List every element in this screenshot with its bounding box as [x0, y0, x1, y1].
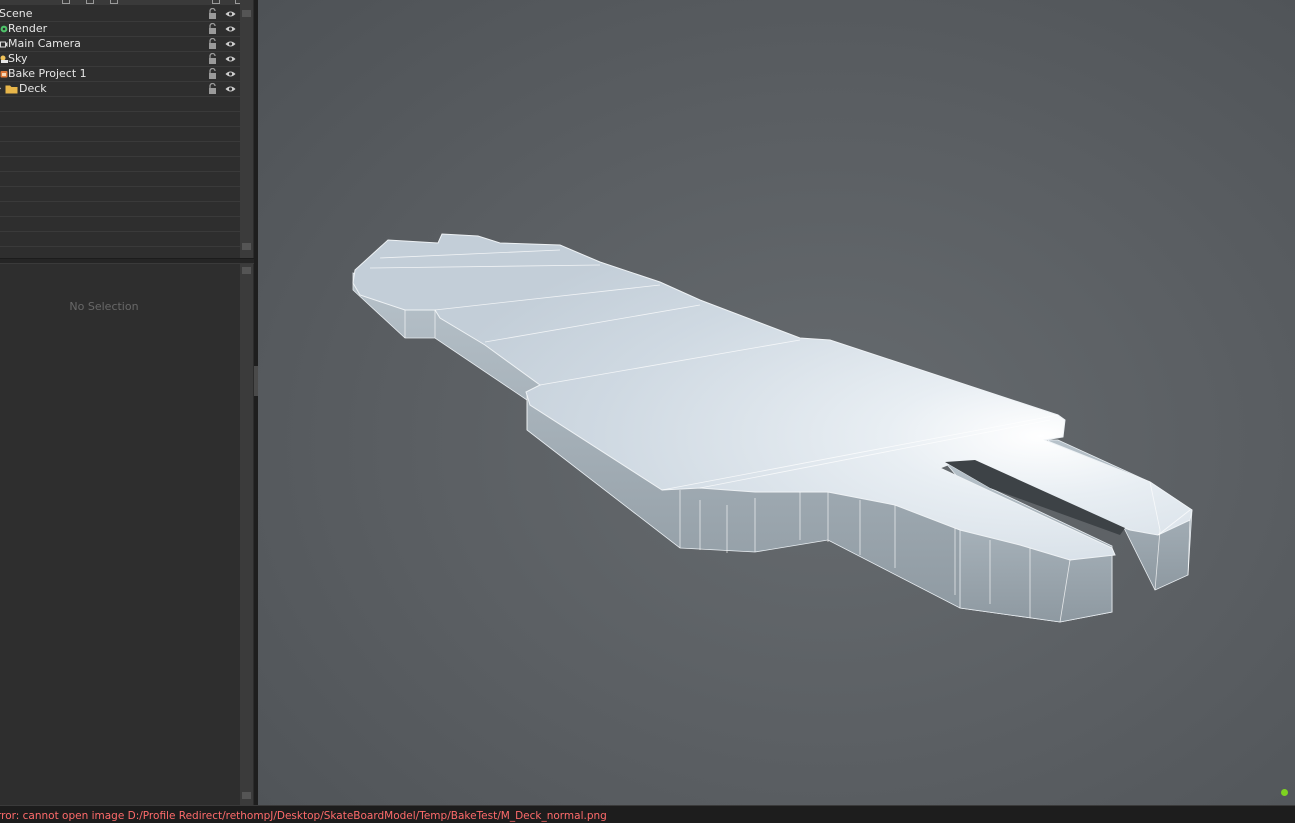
status-indicator-dot: [1281, 789, 1288, 796]
lock-icon[interactable]: [208, 38, 217, 50]
scroll-up-arrow-icon[interactable]: [242, 267, 251, 274]
empty-row: [0, 232, 240, 247]
tree-item-label: Deck: [19, 82, 47, 95]
folder-icon: [5, 85, 18, 94]
3d-viewport[interactable]: [258, 0, 1295, 805]
lock-icon[interactable]: [208, 83, 217, 95]
properties-scrollbar[interactable]: [240, 264, 253, 805]
tree-item-deck[interactable]: › Deck: [0, 82, 240, 97]
bake-project-icon: [0, 71, 8, 78]
status-bar: rror: cannot open image D:/Profile Redir…: [0, 805, 1295, 823]
empty-row: [0, 127, 240, 142]
lock-icon[interactable]: [208, 53, 217, 65]
properties-panel: No Selection: [0, 264, 240, 805]
empty-row: [0, 142, 240, 157]
lock-icon[interactable]: [208, 23, 217, 35]
status-error-message: rror: cannot open image D:/Profile Redir…: [0, 810, 607, 822]
eye-icon[interactable]: [225, 55, 236, 63]
eye-icon[interactable]: [225, 70, 236, 78]
tree-item-label: Sky: [8, 52, 28, 65]
tree-item-bake-project-1[interactable]: Bake Project 1: [0, 67, 240, 82]
empty-row: [0, 97, 240, 112]
no-selection-text: No Selection: [69, 300, 139, 313]
tree-item-scene[interactable]: Scene: [0, 7, 240, 22]
toolbar-icon[interactable]: [86, 0, 94, 4]
eye-icon[interactable]: [225, 40, 236, 48]
empty-row: [0, 157, 240, 172]
tree-item-label: Scene: [0, 7, 33, 20]
empty-row: [0, 217, 240, 232]
render-icon: [0, 25, 8, 33]
left-panel: Scene Render Main Camera Sky Bake Projec…: [0, 0, 257, 805]
empty-row: [0, 172, 240, 187]
scroll-down-arrow-icon[interactable]: [242, 243, 251, 250]
tree-item-label: Main Camera: [8, 37, 81, 50]
empty-row: [0, 202, 240, 217]
skateboard-deck-mesh: [352, 233, 1193, 623]
expand-arrow-icon[interactable]: ›: [0, 82, 2, 96]
eye-icon[interactable]: [225, 25, 236, 33]
lock-icon[interactable]: [208, 68, 217, 80]
lock-icon[interactable]: [208, 8, 217, 20]
tree-item-label: Render: [8, 22, 48, 35]
tree-item-label: Bake Project 1: [8, 67, 87, 80]
tree-item-sky[interactable]: Sky: [0, 52, 240, 67]
tree-item-render[interactable]: Render: [0, 22, 240, 37]
toolbar-icon[interactable]: [212, 0, 220, 4]
camera-icon: [0, 41, 8, 48]
outliner-scrollbar[interactable]: [240, 0, 253, 258]
scroll-down-arrow-icon[interactable]: [242, 792, 251, 799]
sky-icon: [0, 55, 8, 63]
scroll-up-arrow-icon[interactable]: [242, 10, 251, 17]
tree-item-main-camera[interactable]: Main Camera: [0, 37, 240, 52]
outliner-toolbar: [0, 0, 240, 5]
eye-icon[interactable]: [225, 10, 236, 18]
toolbar-icon[interactable]: [62, 0, 70, 4]
empty-row: [0, 187, 240, 202]
empty-row: [0, 112, 240, 127]
eye-icon[interactable]: [225, 85, 236, 93]
scene-outliner: Scene Render Main Camera Sky Bake Projec…: [0, 0, 240, 258]
toolbar-icon[interactable]: [110, 0, 118, 4]
